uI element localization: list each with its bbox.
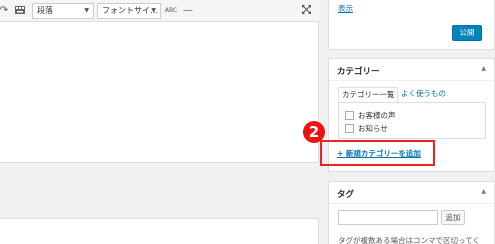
tags-box-header[interactable]: タグ ▲ xyxy=(329,182,494,204)
chevron-down-icon: ▼ xyxy=(151,7,156,14)
tab-all-categories[interactable]: カテゴリー一覧 xyxy=(338,87,398,103)
tags-box: タグ ▲ 追加 タグが複数ある場合はコンマで区切ってく xyxy=(328,181,495,244)
clear-formatting-icon[interactable]: ABC xyxy=(164,4,178,18)
category-checkbox[interactable] xyxy=(345,111,354,120)
tag-input[interactable] xyxy=(338,210,438,225)
callout-highlight-box xyxy=(320,140,435,166)
editor-status-bar xyxy=(0,163,319,205)
category-label: お知らせ xyxy=(358,124,388,133)
category-box-title: カテゴリー xyxy=(337,67,380,77)
category-checkbox[interactable] xyxy=(345,124,354,133)
paragraph-format-select[interactable]: 段落 ▼ xyxy=(32,3,94,19)
publish-button[interactable]: 公開 xyxy=(452,25,482,41)
paragraph-format-value: 段落 xyxy=(37,6,53,15)
chevron-down-icon: ▼ xyxy=(84,7,89,14)
meta-box-below-editor xyxy=(0,218,319,244)
add-tag-button[interactable]: 追加 xyxy=(441,210,465,225)
category-label: お客様の声 xyxy=(358,111,396,120)
editor-area[interactable]: ↷ 段落 ▼ フォントサイ… ▼ ABC — xyxy=(0,0,319,163)
keyboard-icon[interactable] xyxy=(13,4,27,18)
tag-help-text: タグが複数ある場合はコンマで区切ってく xyxy=(338,236,480,244)
fullscreen-icon[interactable] xyxy=(299,4,313,18)
font-size-value: フォントサイ… xyxy=(102,6,158,15)
category-box-header[interactable]: カテゴリー ▲ xyxy=(329,59,494,81)
callout-number-badge: 2 xyxy=(303,121,325,143)
font-size-select[interactable]: フォントサイ… ▼ xyxy=(97,3,161,19)
editor-toolbar: ↷ 段落 ▼ フォントサイ… ▼ ABC — xyxy=(0,0,319,22)
category-checklist: お客様の声 お知らせ xyxy=(338,102,486,139)
horizontal-line-icon[interactable]: — xyxy=(181,4,195,18)
display-link[interactable]: 表示 xyxy=(338,3,353,14)
tags-box-title: タグ xyxy=(337,190,355,200)
collapse-arrow-icon[interactable]: ▲ xyxy=(481,188,486,195)
tab-most-used[interactable]: よく使うもの xyxy=(401,87,446,103)
collapse-arrow-icon[interactable]: ▲ xyxy=(481,65,486,72)
redo-icon[interactable]: ↷ xyxy=(0,4,11,18)
